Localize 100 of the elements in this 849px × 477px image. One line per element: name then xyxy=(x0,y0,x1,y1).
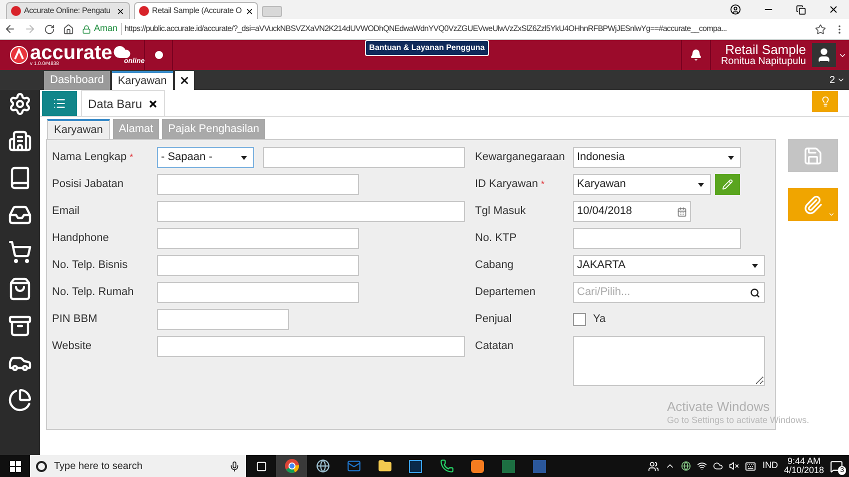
mic-icon xyxy=(229,460,240,472)
browser-tab[interactable]: Accurate Online: Pengatu xyxy=(6,2,130,19)
field-label: Penjual xyxy=(475,312,512,328)
caret-icon xyxy=(698,182,704,186)
favicon-icon xyxy=(11,6,21,16)
paperclip-icon xyxy=(803,194,823,214)
close-icon[interactable] xyxy=(828,4,839,15)
shopping-bag-icon[interactable] xyxy=(8,277,32,301)
close-icon xyxy=(244,6,254,16)
mail-icon[interactable] xyxy=(346,459,360,473)
search-icon xyxy=(750,288,760,298)
favicon-icon xyxy=(139,6,149,16)
notes-field[interactable] xyxy=(573,336,765,386)
salutation-select[interactable]: - Sapaan - xyxy=(157,147,254,168)
input-field[interactable] xyxy=(157,255,359,276)
checkbox-label: Ya xyxy=(593,312,606,328)
bell-icon[interactable] xyxy=(690,49,702,61)
calendar-icon xyxy=(677,206,687,216)
language-indicator[interactable]: IND xyxy=(762,459,778,473)
caret-icon xyxy=(241,156,247,160)
chrome-icon[interactable] xyxy=(284,459,298,473)
dropdown-select[interactable]: Indonesia xyxy=(573,147,741,168)
field-label: PIN BBM xyxy=(52,312,98,328)
checkbox[interactable] xyxy=(573,313,586,326)
reload-icon[interactable] xyxy=(44,24,55,34)
browser-tab[interactable]: Retail Sample (Accurate O xyxy=(134,2,258,19)
dropdown-select[interactable]: JAKARTA xyxy=(573,255,765,276)
input-field[interactable] xyxy=(157,174,359,195)
mute-icon[interactable] xyxy=(729,461,740,471)
settings-icon[interactable] xyxy=(8,92,32,116)
field-label: Catatan xyxy=(475,338,514,354)
user-name: Ronitua Napitupulu xyxy=(720,56,806,67)
name-field[interactable] xyxy=(263,147,465,168)
building-icon[interactable] xyxy=(8,129,32,153)
archive-icon[interactable] xyxy=(8,314,32,338)
inbox-icon[interactable] xyxy=(8,203,32,227)
app-icon[interactable] xyxy=(471,460,484,472)
field-label: Website xyxy=(52,339,92,354)
field-label: Email xyxy=(52,204,80,220)
windows-icon[interactable] xyxy=(10,460,20,472)
caret-icon xyxy=(728,156,734,160)
pie-chart-icon[interactable] xyxy=(8,388,32,412)
company-name: Retail Sample xyxy=(725,43,806,56)
notification-icon[interactable] xyxy=(830,460,843,472)
activation-title: Activate Windows xyxy=(667,400,771,413)
back-icon[interactable] xyxy=(4,23,16,35)
taskbar-search-field[interactable]: Type here to search xyxy=(30,455,246,477)
lock-icon xyxy=(82,24,91,34)
field-label: No. Telp. Rumah xyxy=(52,285,134,300)
field-label: ID Karyawan xyxy=(475,177,538,192)
lightbulb-icon xyxy=(820,96,830,107)
field-label: Handphone xyxy=(52,231,109,246)
close-icon xyxy=(116,6,125,16)
close-icon xyxy=(178,75,190,86)
logo-text: accurate xyxy=(30,44,112,62)
field-label: No. Telp. Bisnis xyxy=(52,258,128,274)
date-field[interactable]: 10/04/2018 xyxy=(573,201,691,222)
caret-icon xyxy=(752,264,758,268)
list-icon xyxy=(53,97,66,110)
field-label: Posisi Jabatan xyxy=(52,177,124,192)
wifi-icon[interactable] xyxy=(697,461,708,471)
input-field[interactable] xyxy=(157,336,465,357)
help-button[interactable]: Bantuan & Layanan Pengguna xyxy=(365,40,489,56)
page-tab[interactable]: Data Baru xyxy=(81,90,166,116)
required-mark: * xyxy=(130,150,134,164)
form-tab[interactable]: Karyawan xyxy=(47,119,110,139)
restore-icon[interactable] xyxy=(796,4,806,14)
globe-icon[interactable] xyxy=(681,461,692,471)
close-tab-button[interactable] xyxy=(174,71,194,90)
cart-icon[interactable] xyxy=(8,240,32,264)
input-field[interactable] xyxy=(157,282,359,303)
globe-icon[interactable] xyxy=(316,459,330,473)
folder-icon[interactable] xyxy=(378,459,392,473)
logo-icon xyxy=(10,46,28,64)
dropdown-select[interactable]: Karyawan xyxy=(573,174,711,195)
field-label: No. KTP xyxy=(475,231,517,246)
module-tab[interactable]: Karyawan xyxy=(112,71,173,90)
book-icon[interactable] xyxy=(8,166,32,190)
home-icon[interactable] xyxy=(63,24,74,34)
input-field[interactable] xyxy=(157,228,359,249)
list-button[interactable] xyxy=(42,91,77,116)
cloud-icon[interactable] xyxy=(713,461,724,471)
field-label: Tgl Masuk xyxy=(475,204,526,220)
edit-button[interactable] xyxy=(715,174,740,195)
tab-count[interactable]: 2 xyxy=(829,72,835,88)
input-field[interactable] xyxy=(573,228,741,249)
people-icon[interactable] xyxy=(648,460,660,472)
input-field[interactable] xyxy=(157,309,289,330)
avatar-button[interactable] xyxy=(812,43,836,67)
input-field[interactable] xyxy=(157,201,465,222)
save-icon xyxy=(803,146,823,166)
chevron-down-icon[interactable] xyxy=(837,76,845,84)
close-icon[interactable] xyxy=(148,98,158,108)
chat-icon[interactable] xyxy=(440,459,454,473)
bookmark-icon[interactable] xyxy=(815,24,826,34)
clock[interactable]: 9:44 AM 4/10/2018 xyxy=(784,457,824,475)
field-label: Cabang xyxy=(475,258,514,274)
keyboard-icon[interactable] xyxy=(745,460,756,472)
profile-icon[interactable] xyxy=(730,4,741,15)
task-view-icon[interactable] xyxy=(256,460,266,472)
